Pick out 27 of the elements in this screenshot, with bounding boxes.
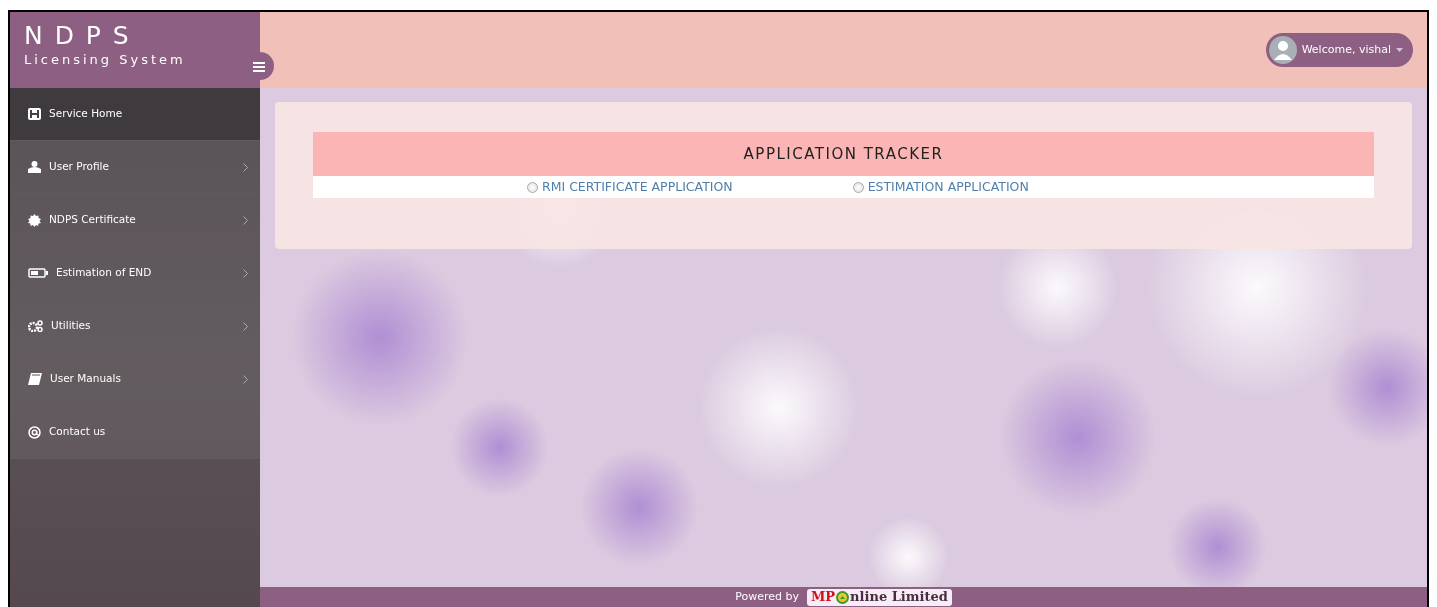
radio-button[interactable] — [852, 181, 864, 193]
brand-subtitle: Licensing System — [24, 50, 187, 69]
sidebar-item[interactable]: Estimation of END — [10, 247, 260, 300]
radio-option[interactable]: ESTIMATION APPLICATION — [852, 177, 1029, 197]
sidebar-item[interactable]: NDPS Certificate — [10, 194, 260, 247]
badge-icon — [28, 213, 41, 227]
sidebar-item[interactable]: User Profile — [10, 141, 260, 194]
tracker-title: APPLICATION TRACKER — [313, 132, 1374, 176]
company-logo: MP nline Limited — [806, 588, 952, 606]
avatar-icon — [1268, 36, 1297, 64]
at-sign-icon — [28, 425, 41, 439]
sidebar-item[interactable]: Utilities — [10, 300, 260, 353]
powered-by-text: Powered by — [735, 588, 799, 605]
gears-icon — [28, 320, 43, 332]
user-group-icon — [28, 161, 41, 173]
sidebar-item[interactable]: User Manuals — [10, 353, 260, 406]
radio-button[interactable] — [527, 181, 538, 193]
menu-icon — [253, 61, 265, 72]
home-icon — [28, 108, 41, 120]
sidebar-item[interactable]: Service Home — [10, 88, 260, 141]
battery-icon — [28, 268, 48, 278]
book-icon — [28, 373, 42, 385]
sidebar-item[interactable]: Contact us — [10, 406, 260, 459]
radio-option[interactable]: RMI CERTIFICATE APPLICATION — [527, 177, 733, 197]
caret-icon — [1396, 48, 1403, 52]
brand-title: N D P S — [24, 22, 132, 50]
user-menu-button[interactable]: Welcome, vishal — [1265, 33, 1413, 67]
